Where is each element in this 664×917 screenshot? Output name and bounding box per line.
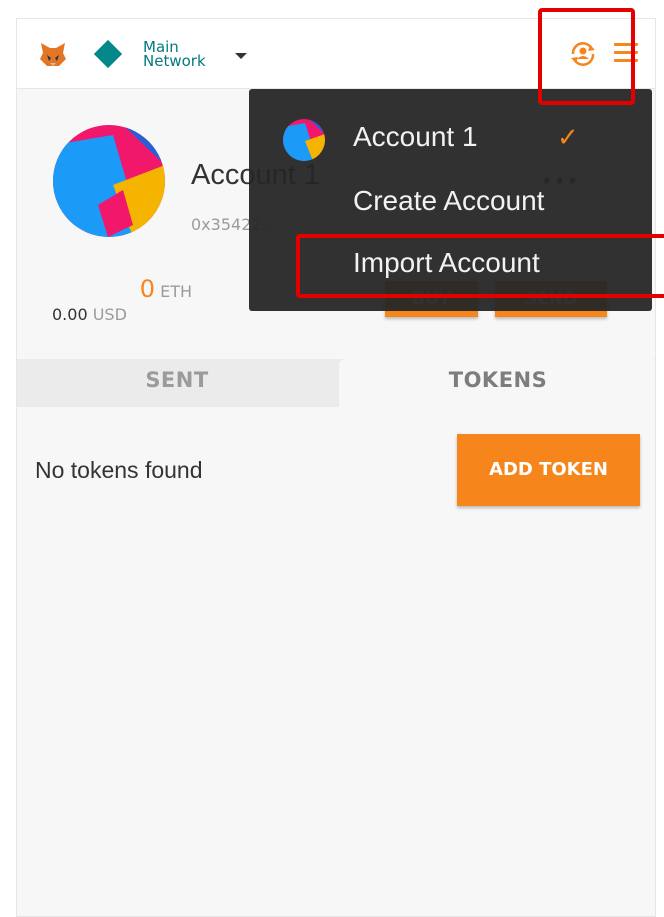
eth-unit: ETH xyxy=(160,282,192,301)
highlight-box xyxy=(538,8,635,105)
tab-sent[interactable]: SENT xyxy=(17,359,337,407)
fox-icon[interactable] xyxy=(39,41,67,67)
network-selector[interactable]: Main Network xyxy=(143,40,206,70)
eth-balance: 0 ETH xyxy=(52,277,192,301)
menu-item-create-account[interactable]: Create Account xyxy=(353,185,544,217)
caret-down-icon[interactable] xyxy=(235,53,247,59)
usd-unit: USD xyxy=(92,305,127,324)
add-token-button[interactable]: ADD TOKEN xyxy=(457,434,640,506)
highlight-box xyxy=(296,234,664,298)
menu-item-account-1[interactable]: Account 1 xyxy=(353,121,478,153)
eth-amount: 0 xyxy=(139,275,155,303)
empty-tokens-message: No tokens found xyxy=(35,457,203,483)
menu-account-avatar xyxy=(283,119,325,161)
network-label-line2: Network xyxy=(143,52,206,70)
usd-amount: 0.00 xyxy=(52,305,88,324)
tab-bar: SENT TOKENS xyxy=(17,359,655,407)
check-icon: ✓ xyxy=(557,123,579,153)
account-avatar xyxy=(53,125,165,237)
network-icon[interactable] xyxy=(93,39,123,69)
tab-tokens[interactable]: TOKENS xyxy=(339,359,655,407)
usd-balance: 0.00 USD xyxy=(52,307,127,323)
